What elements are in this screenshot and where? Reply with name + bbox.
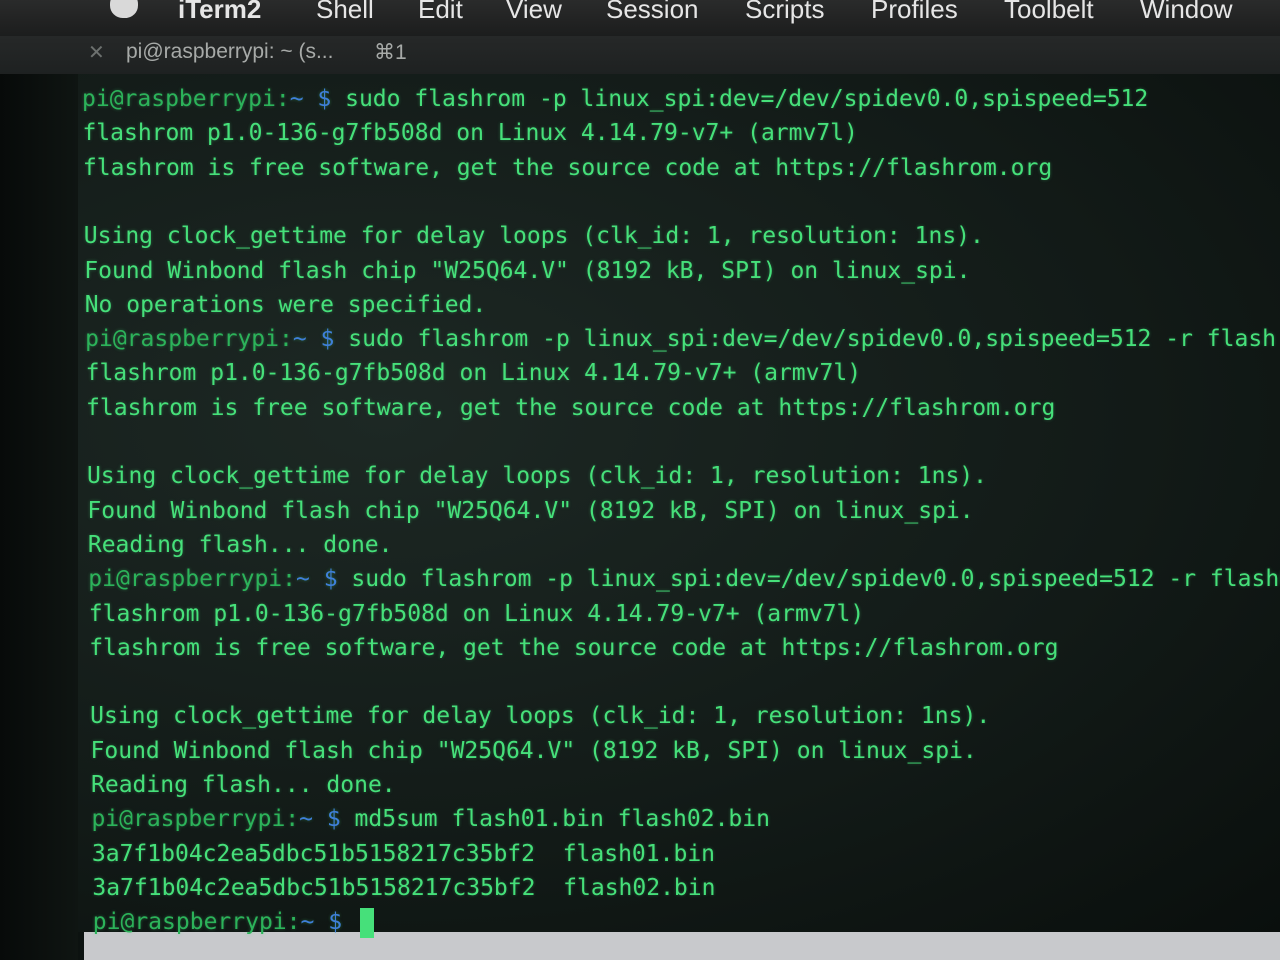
output-line: No operations were specified. [84, 291, 487, 318]
prompt-user-host: pi@raspberrypi: [85, 326, 293, 353]
command-text: sudo flashrom -p linux_spi:dev=/dev/spid… [331, 86, 1149, 112]
command-line: pi@raspberrypi:~ $ sudo flashrom -p linu… [82, 82, 1148, 116]
apple-icon[interactable] [110, 0, 138, 18]
tab-shortcut: ⌘1 [374, 41, 407, 64]
menu-window[interactable]: Window [1140, 0, 1232, 25]
tab-title[interactable]: pi@raspberrypi: ~ (s... [126, 40, 333, 64]
menu-session[interactable]: Session [606, 0, 699, 25]
output-line: flashrom is free software, get the sourc… [82, 154, 1053, 181]
command-line: pi@raspberrypi:~ $ sudo flashrom -p linu… [85, 322, 1276, 356]
output-line: flashrom is free software, get the sourc… [89, 634, 1059, 661]
output-line: flashrom is free software, get the sourc… [86, 394, 1056, 421]
command-text: sudo flashrom -p linux_spi:dev=/dev/spid… [337, 566, 1280, 593]
output-line: 3a7f1b04c2ea5dbc51b5158217c35bf2 flash01… [91, 840, 716, 867]
menu-toolbelt[interactable]: Toolbelt [1004, 0, 1094, 25]
command-line: pi@raspberrypi:~ $ md5sum flash01.bin fl… [91, 802, 770, 836]
output-line: 3a7f1b04c2ea5dbc51b5158217c35bf2 flash02… [92, 874, 716, 901]
output-line: Found Winbond flash chip "W25Q64.V" (819… [90, 737, 977, 764]
output-line: Using clock_gettime for delay loops (clk… [83, 223, 984, 250]
prompt-directory: ~ $ [296, 566, 338, 593]
output-line: flashrom p1.0-136-g7fb508d on Linux 4.14… [82, 120, 858, 147]
prompt-user-host: pi@raspberrypi: [88, 566, 297, 593]
menu-bar: iTerm2 Shell Edit View Session Scripts P… [0, 0, 1280, 36]
tab-close-icon[interactable]: ✕ [88, 40, 105, 64]
output-line: Found Winbond flash chip "W25Q64.V" (819… [87, 497, 974, 524]
output-line: Reading flash... done. [87, 531, 393, 558]
prompt-user-host: pi@raspberrypi: [82, 86, 290, 112]
menu-view[interactable]: View [506, 0, 562, 25]
window-edge-shadow [0, 74, 78, 960]
menu-edit[interactable]: Edit [418, 0, 463, 25]
menu-profiles[interactable]: Profiles [871, 0, 958, 25]
command-line: pi@raspberrypi:~ $ sudo flashrom -p linu… [88, 562, 1280, 596]
menu-scripts[interactable]: Scripts [745, 0, 824, 25]
prompt-user-host: pi@raspberrypi: [92, 909, 301, 936]
prompt-directory: ~ $ [289, 86, 332, 112]
output-line: Using clock_gettime for delay loops (clk… [90, 703, 991, 730]
command-text [342, 909, 356, 935]
prompt-user-host: pi@raspberrypi: [91, 806, 300, 833]
output-line: Using clock_gettime for delay loops (clk… [86, 463, 988, 490]
command-text: sudo flashrom -p linux_spi:dev=/dev/spid… [334, 326, 1277, 353]
command-line: pi@raspberrypi:~ $ [93, 905, 374, 939]
menu-shell[interactable]: Shell [316, 0, 374, 25]
prompt-directory: ~ $ [299, 806, 341, 833]
output-line: Reading flash... done. [91, 772, 396, 798]
prompt-directory: ~ $ [300, 909, 343, 936]
output-line: flashrom p1.0-136-g7fb508d on Linux 4.14… [88, 600, 865, 627]
menu-iterm2[interactable]: iTerm2 [178, 0, 261, 25]
output-line: Found Winbond flash chip "W25Q64.V" (819… [84, 257, 971, 284]
output-line: flashrom p1.0-136-g7fb508d on Linux 4.14… [85, 360, 862, 387]
prompt-directory: ~ $ [292, 326, 335, 353]
command-text: md5sum flash01.bin flash02.bin [340, 806, 770, 833]
text-cursor [359, 907, 374, 938]
